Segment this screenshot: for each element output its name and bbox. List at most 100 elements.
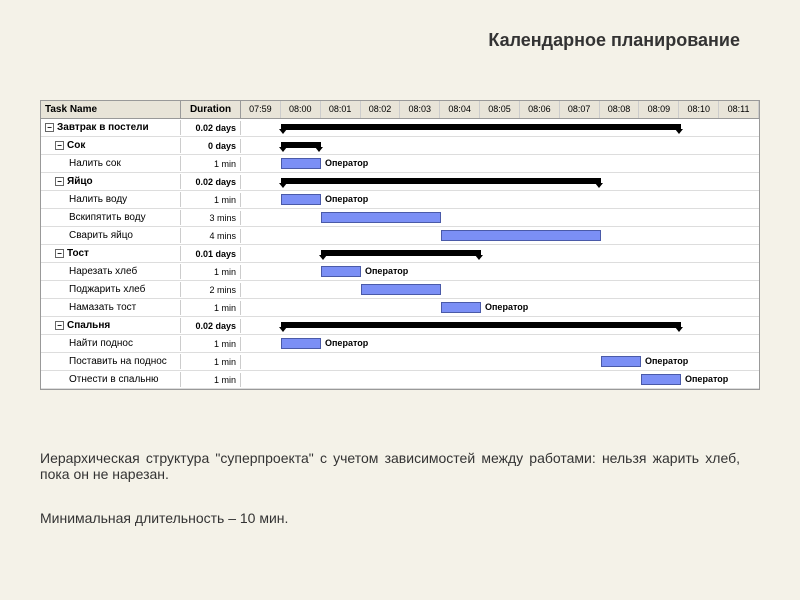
- task-name-cell[interactable]: −Спальня: [41, 318, 181, 333]
- time-tick: 07:59: [241, 101, 281, 118]
- task-bar[interactable]: [281, 158, 321, 169]
- task-name-label: Поставить на поднос: [69, 356, 167, 367]
- task-name-label: Тост: [67, 248, 89, 259]
- col-header-name[interactable]: Task Name: [41, 101, 181, 118]
- task-name-cell[interactable]: Намазать тост: [41, 300, 181, 315]
- task-duration-cell: 3 mins: [181, 211, 241, 225]
- task-name-label: Сок: [67, 140, 85, 151]
- task-bar-area: [241, 137, 759, 154]
- task-bar[interactable]: [641, 374, 681, 385]
- gantt-row: −Яйцо0.02 days: [41, 173, 759, 191]
- gantt-row: Поджарить хлеб2 mins: [41, 281, 759, 299]
- summary-bar[interactable]: [281, 322, 681, 328]
- expander-icon[interactable]: −: [55, 321, 64, 330]
- task-name-cell[interactable]: Налить сок: [41, 156, 181, 171]
- task-duration-cell: 1 min: [181, 157, 241, 171]
- time-tick: 08:09: [639, 101, 679, 118]
- time-tick: 08:04: [440, 101, 480, 118]
- task-bar[interactable]: [601, 356, 641, 367]
- task-resource-label: Оператор: [325, 158, 368, 168]
- gantt-header: Task Name Duration 07:5908:0008:0108:020…: [41, 101, 759, 119]
- task-name-cell[interactable]: Налить воду: [41, 192, 181, 207]
- task-name-cell[interactable]: −Завтрак в постели: [41, 120, 181, 135]
- time-tick: 08:07: [560, 101, 600, 118]
- gantt-row: Нарезать хлеб1 minОператор: [41, 263, 759, 281]
- task-name-cell[interactable]: −Тост: [41, 246, 181, 261]
- task-name-label: Спальня: [67, 320, 110, 331]
- task-duration-cell: 1 min: [181, 373, 241, 387]
- expander-icon[interactable]: −: [55, 249, 64, 258]
- task-duration-cell: 0.02 days: [181, 319, 241, 333]
- task-bar[interactable]: [441, 230, 601, 241]
- task-bar-area: [241, 119, 759, 136]
- task-bar-area: Оператор: [241, 263, 759, 280]
- task-name-cell[interactable]: Поджарить хлеб: [41, 282, 181, 297]
- expander-icon[interactable]: −: [55, 141, 64, 150]
- task-bar-area: [241, 317, 759, 334]
- gantt-row: −Завтрак в постели0.02 days: [41, 119, 759, 137]
- summary-bar[interactable]: [281, 124, 681, 130]
- expander-icon[interactable]: −: [45, 123, 54, 132]
- time-tick: 08:08: [600, 101, 640, 118]
- gantt-row: −Тост0.01 days: [41, 245, 759, 263]
- gantt-row: Налить воду1 min Оператор: [41, 191, 759, 209]
- task-name-cell[interactable]: Вскипятить воду: [41, 210, 181, 225]
- gantt-row: Найти поднос 1 min Оператор: [41, 335, 759, 353]
- task-bar[interactable]: [441, 302, 481, 313]
- task-resource-label: Оператор: [325, 194, 368, 204]
- task-bar-area: Оператор: [241, 299, 759, 316]
- time-tick: 08:11: [719, 101, 759, 118]
- time-tick: 08:02: [361, 101, 401, 118]
- task-bar[interactable]: [321, 212, 441, 223]
- task-name-cell[interactable]: Нарезать хлеб: [41, 264, 181, 279]
- page-title: Календарное планирование: [488, 30, 740, 51]
- task-duration-cell: 1 min: [181, 337, 241, 351]
- task-duration-cell: 1 min: [181, 193, 241, 207]
- gantt-chart: Task Name Duration 07:5908:0008:0108:020…: [40, 100, 760, 390]
- task-resource-label: Оператор: [645, 356, 688, 366]
- task-resource-label: Оператор: [325, 338, 368, 348]
- summary-bar[interactable]: [321, 250, 481, 256]
- summary-bar[interactable]: [281, 178, 601, 184]
- gantt-row: Сварить яйцо4 mins: [41, 227, 759, 245]
- task-duration-cell: 1 min: [181, 355, 241, 369]
- task-name-cell[interactable]: Отнести в спальню: [41, 372, 181, 387]
- task-name-cell[interactable]: −Яйцо: [41, 174, 181, 189]
- gantt-row: Намазать тост1 minОператор: [41, 299, 759, 317]
- task-name-label: Налить сок: [69, 158, 121, 169]
- task-bar-area: Оператор: [241, 191, 759, 208]
- task-name-label: Сварить яйцо: [69, 230, 133, 241]
- gantt-row: Поставить на поднос 1 min Оператор: [41, 353, 759, 371]
- task-name-label: Отнести в спальню: [69, 374, 159, 385]
- time-tick: 08:03: [400, 101, 440, 118]
- task-bar-area: Оператор: [241, 353, 759, 370]
- gantt-row: −Спальня0.02 days: [41, 317, 759, 335]
- task-bar[interactable]: [321, 266, 361, 277]
- task-name-cell[interactable]: Сварить яйцо: [41, 228, 181, 243]
- task-bar[interactable]: [361, 284, 441, 295]
- task-resource-label: Оператор: [685, 374, 728, 384]
- task-duration-cell: 1 min: [181, 265, 241, 279]
- task-bar[interactable]: [281, 338, 321, 349]
- col-header-duration[interactable]: Duration: [181, 101, 241, 118]
- task-bar[interactable]: [281, 194, 321, 205]
- gantt-row: Вскипятить воду3 mins: [41, 209, 759, 227]
- task-name-label: Найти поднос: [69, 338, 133, 349]
- task-duration-cell: 0 days: [181, 139, 241, 153]
- time-tick: 08:10: [679, 101, 719, 118]
- caption-duration: Минимальная длительность – 10 мин.: [40, 510, 288, 526]
- task-bar-area: [241, 227, 759, 244]
- task-bar-area: Оператор: [241, 371, 759, 388]
- expander-icon[interactable]: −: [55, 177, 64, 186]
- task-name-cell[interactable]: Поставить на поднос: [41, 354, 181, 369]
- task-name-cell[interactable]: −Сок: [41, 138, 181, 153]
- task-duration-cell: 0.02 days: [181, 121, 241, 135]
- task-bar-area: [241, 209, 759, 226]
- task-bar-area: [241, 281, 759, 298]
- task-name-cell[interactable]: Найти поднос: [41, 336, 181, 351]
- task-name-label: Намазать тост: [69, 302, 136, 313]
- gantt-row: −Сок0 days: [41, 137, 759, 155]
- summary-bar[interactable]: [281, 142, 321, 148]
- task-duration-cell: 2 mins: [181, 283, 241, 297]
- task-duration-cell: 0.01 days: [181, 247, 241, 261]
